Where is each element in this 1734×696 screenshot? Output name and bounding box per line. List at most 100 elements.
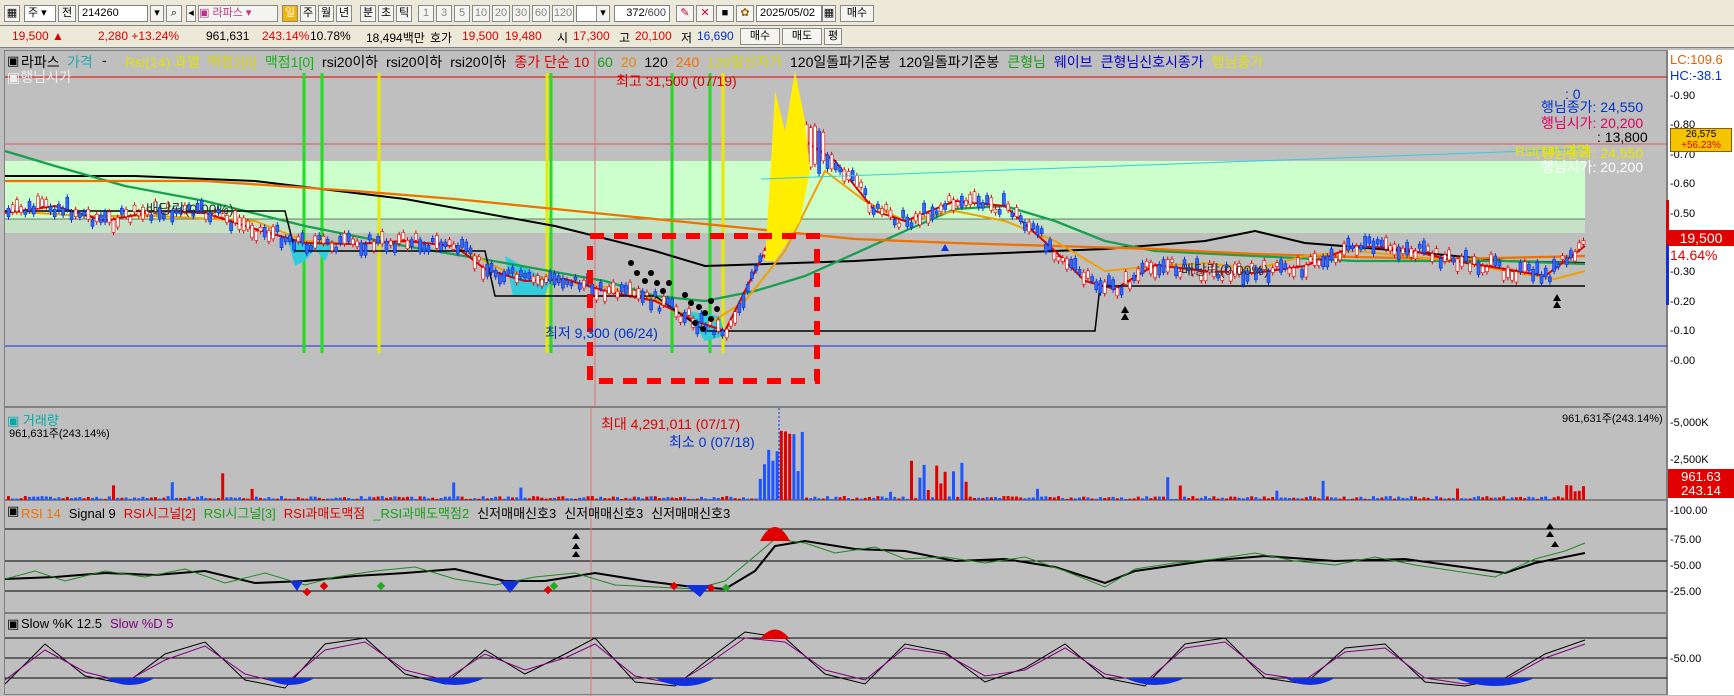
speaker-icon[interactable]: ◂	[186, 5, 196, 22]
candle	[48, 206, 53, 213]
stoch-pane[interactable]: ▣ Slow %K 12.5 Slow %D 5	[4, 613, 1668, 696]
rsi-tick-75-text: 75.00	[1673, 534, 1702, 546]
badge-pct: +56.23%	[1681, 140, 1721, 151]
interval-5[interactable]: 5	[454, 5, 470, 22]
stoch-legend-item[interactable]: Slow %D 5	[110, 616, 174, 631]
sell-button-2[interactable]: 매도	[782, 28, 822, 45]
buy-button[interactable]: 매수	[840, 5, 874, 22]
interval-30[interactable]: 30	[512, 5, 530, 22]
price-legend-item[interactable]: 큰형님신호시종가	[1101, 54, 1204, 70]
candle	[107, 211, 112, 223]
price-legend-item[interactable]: 120	[644, 54, 667, 70]
price-legend-item[interactable]: 큰형님	[1007, 54, 1046, 70]
price-legend-item[interactable]: 맥점1[0]	[265, 54, 314, 70]
candle	[86, 209, 91, 220]
cross-icon[interactable]: ✕	[696, 5, 714, 22]
stoch-legend-icon[interactable]: ▣	[7, 616, 19, 632]
price-legend-item[interactable]: rsi20이하	[322, 54, 378, 70]
period-minute[interactable]: 분	[360, 5, 376, 22]
rsi-legend-item[interactable]: _RSI과매도맥점2	[373, 506, 469, 521]
tool-icon[interactable]: ✎	[676, 5, 694, 22]
current-price-badge: 19,500	[1668, 230, 1734, 246]
rsi-legend-item[interactable]: RSI시그널[2]	[124, 506, 196, 521]
price-legend-item[interactable]: 120일돌파기준봉	[790, 54, 891, 70]
volume-bar	[758, 478, 762, 500]
price-legend-item[interactable]: 60	[597, 54, 613, 70]
candle	[716, 319, 721, 332]
period-month[interactable]: 월	[318, 5, 334, 22]
candle	[531, 276, 536, 283]
candle	[1287, 267, 1292, 275]
prev-button[interactable]: 전	[58, 5, 76, 22]
price-legend-item[interactable]: rsi20이하	[450, 54, 506, 70]
save-icon[interactable]: ■	[716, 5, 734, 22]
period-week[interactable]: 주	[300, 5, 316, 22]
rsi-legend-item[interactable]: 신저매매신호3	[651, 506, 730, 521]
interval-3[interactable]: 3	[436, 5, 452, 22]
price-legend-item[interactable]: 행님종가	[1212, 54, 1264, 70]
candle	[876, 203, 880, 209]
price-pane[interactable]: ▣ 라파스 가격 - Rsi(14) 과열 맥점2[0] 맥점1[0] rsi20이하…	[4, 50, 1668, 408]
rsi-legend-item[interactable]: Signal 9	[69, 506, 116, 521]
candle	[1354, 245, 1359, 256]
calendar-icon[interactable]: ▦	[822, 5, 836, 22]
price-legend-item[interactable]: 맥점2[0]	[208, 54, 257, 70]
settings-icon[interactable]: ✿	[736, 5, 754, 22]
legend-dash: -	[102, 52, 107, 68]
period-year[interactable]: 년	[336, 5, 352, 22]
candle	[502, 271, 506, 283]
candle	[422, 243, 427, 252]
price-legend-item[interactable]: rsi20이하	[386, 54, 442, 70]
interval-10[interactable]: 10	[472, 5, 490, 22]
interval-1[interactable]: 1	[418, 5, 434, 22]
price-legend-item[interactable]: 120일돌파기준봉	[899, 54, 1000, 70]
candle	[1060, 257, 1065, 262]
rsi-legend-item[interactable]: RSI과매도맥점	[284, 506, 365, 521]
candle	[15, 199, 19, 212]
rsi-legend-item[interactable]: RSI시그널[3]	[204, 506, 276, 521]
buy-button-2[interactable]: 매수	[740, 28, 780, 45]
volume-pane[interactable]: ▣ 거래량 961,631주(243.14%) 961,631주(243.14%…	[4, 407, 1667, 501]
rsi-legend-item[interactable]: 신저매매신호3	[477, 506, 556, 521]
interval-20[interactable]: 20	[492, 5, 510, 22]
candle	[1002, 193, 1006, 205]
dropdown-icon[interactable]: ▾	[150, 5, 164, 22]
candle	[733, 311, 737, 324]
candle	[1472, 256, 1477, 265]
interval-120[interactable]: 120	[552, 5, 574, 22]
candle	[1501, 270, 1506, 281]
price-legend-item[interactable]: 240	[676, 54, 699, 70]
period-select[interactable]: 주 ▾	[24, 5, 56, 22]
rsi-legend-item[interactable]: RSI 14	[21, 506, 61, 521]
count-value: 372	[626, 7, 645, 19]
interval-60[interactable]: 60	[532, 5, 550, 22]
candle	[321, 236, 326, 244]
code-input[interactable]: 214260	[78, 5, 148, 22]
period-second[interactable]: 초	[378, 5, 394, 22]
search-icon[interactable]: ⌕	[166, 5, 182, 22]
price-legend-item[interactable]: Rsi(14) 과열	[125, 54, 200, 70]
period-day[interactable]: 일	[282, 5, 298, 22]
interval-dropdown-icon[interactable]: ▾	[596, 5, 610, 22]
stock-name-field[interactable]: ▣ 라파스 ▾	[198, 5, 278, 22]
rsi-pane[interactable]: ▣ RSI 14 Signal 9 RSI시그널[2] RSI시그널[3] RSI과매도…	[4, 500, 1668, 614]
candle	[813, 125, 817, 165]
count-input[interactable]: 372/600	[614, 5, 670, 22]
candle	[825, 154, 830, 169]
volume-bar	[1456, 488, 1459, 500]
chart-icon[interactable]: ▦	[4, 5, 20, 22]
quote-bar: 19,500 ▲ 2,280 +13.24% 961,631 243.14% 1…	[0, 26, 1734, 48]
stoch-legend-item[interactable]: Slow %K 12.5	[21, 616, 102, 631]
price-legend-item[interactable]: 120일신저가	[707, 54, 782, 70]
avg-button[interactable]: 평	[824, 28, 842, 45]
date-input[interactable]: 2025/05/02	[756, 5, 822, 22]
period-tick[interactable]: 틱	[396, 5, 412, 22]
candle	[1388, 245, 1393, 252]
candle	[1119, 287, 1124, 296]
candle	[1161, 259, 1166, 273]
price-legend-item[interactable]: 20	[621, 54, 637, 70]
price-legend-item[interactable]: 종가 단순 10	[514, 54, 589, 70]
rsi-legend-icon[interactable]: ▣	[7, 503, 19, 519]
rsi-legend-item[interactable]: 신저매매신호3	[564, 506, 643, 521]
price-legend-item[interactable]: 웨이브	[1054, 54, 1093, 70]
